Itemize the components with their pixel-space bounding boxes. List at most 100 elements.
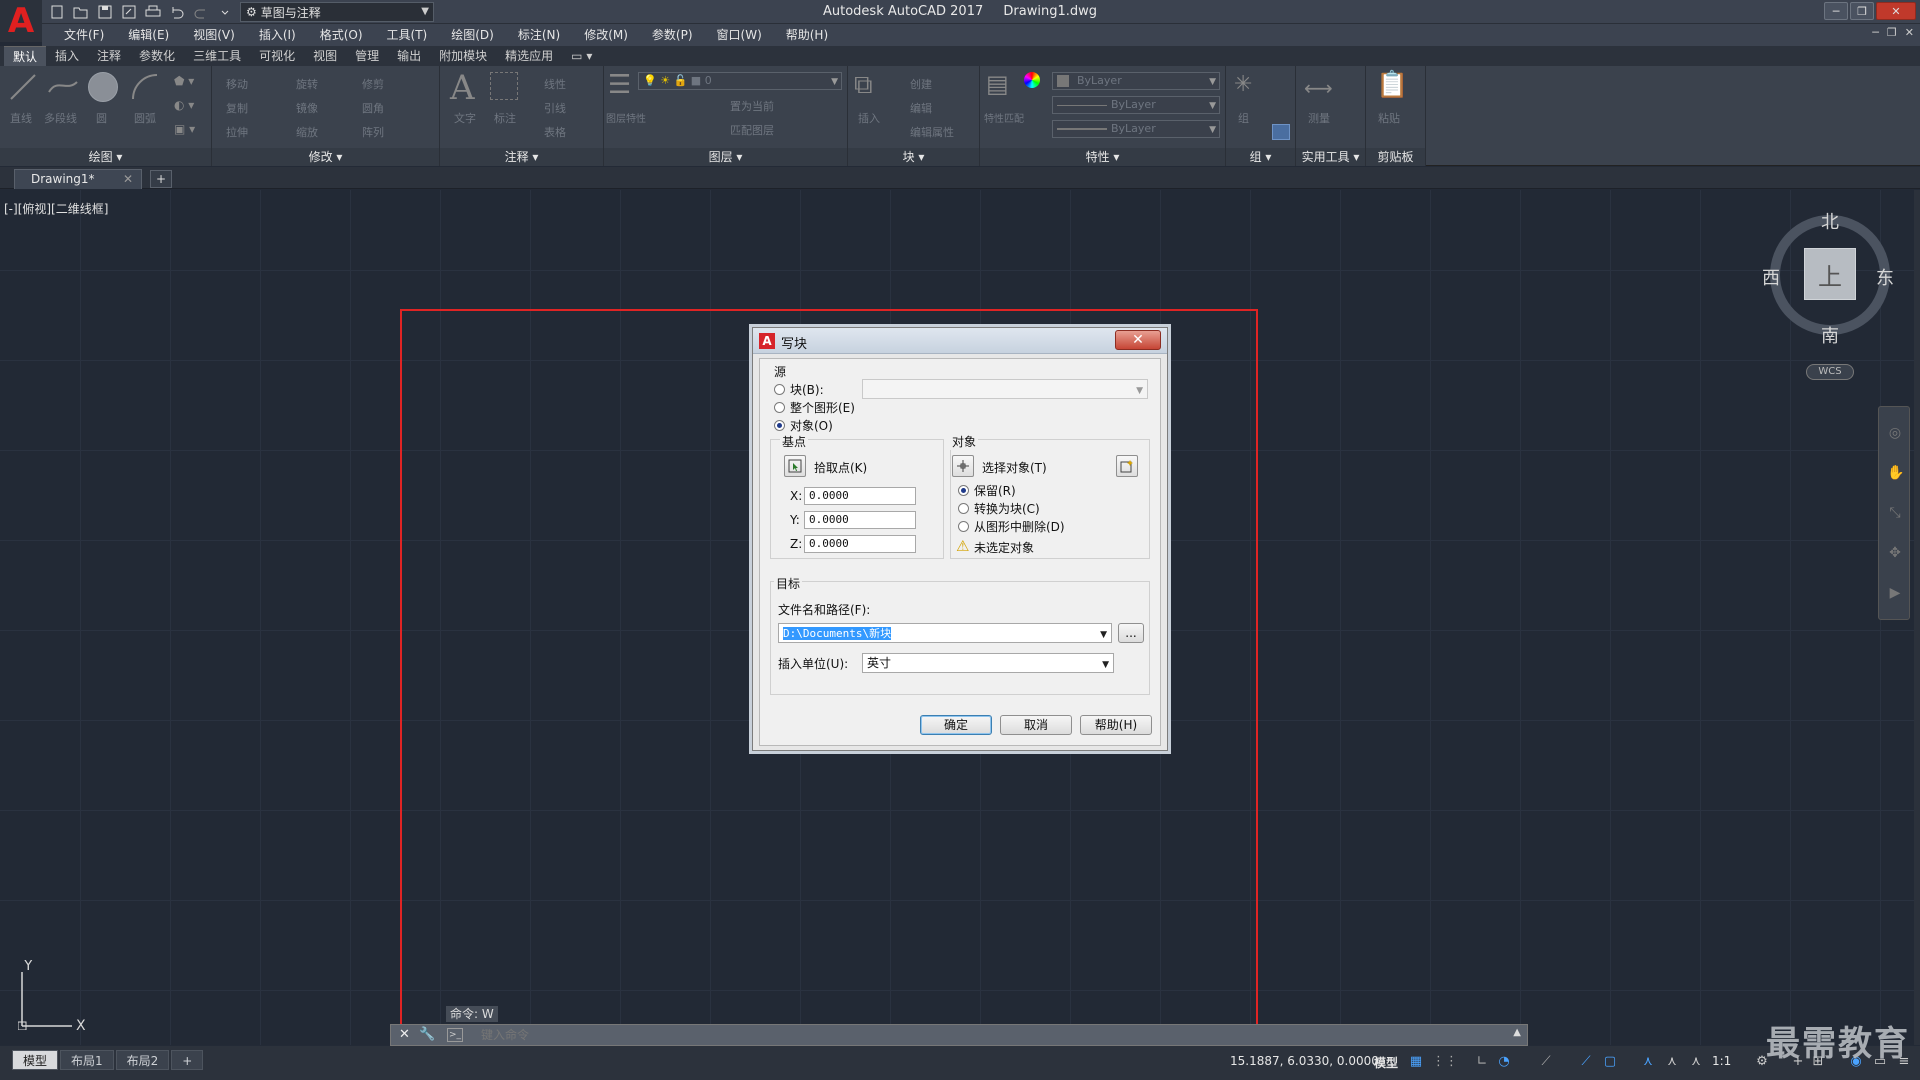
layout-tab-layout2[interactable]: 布局2 bbox=[115, 1050, 170, 1070]
base-point-y-input[interactable]: 0.0000 bbox=[804, 511, 916, 529]
tab-manage[interactable]: 管理 bbox=[346, 46, 388, 66]
application-menu-button[interactable]: A bbox=[0, 0, 42, 42]
isodraft-icon[interactable]: ⟋ bbox=[1538, 1054, 1554, 1070]
panel-properties-title[interactable]: 特性 ▾ bbox=[980, 148, 1225, 166]
linetype-dropdown[interactable]: ByLayer ▼ bbox=[1052, 96, 1220, 114]
source-objects-label[interactable]: 对象(O) bbox=[790, 417, 833, 434]
tab-addins[interactable]: 附加模块 bbox=[430, 46, 496, 66]
tab-annotate[interactable]: 注释 bbox=[88, 46, 130, 66]
wrench-icon[interactable]: 🔧 bbox=[419, 1027, 435, 1042]
annotation-visibility-icon[interactable]: ⋏ bbox=[1640, 1054, 1656, 1070]
insert-button[interactable]: 插入 bbox=[858, 110, 880, 126]
scale-button[interactable]: 缩放 bbox=[296, 124, 318, 140]
stretch-button[interactable]: 拉伸 bbox=[226, 124, 248, 140]
tab-view[interactable]: 视图 bbox=[304, 46, 346, 66]
panel-utilities-title[interactable]: 实用工具 ▾ bbox=[1296, 148, 1365, 166]
base-point-x-input[interactable]: 0.0000 bbox=[804, 487, 916, 505]
tab-output[interactable]: 输出 bbox=[388, 46, 430, 66]
new-file-icon[interactable] bbox=[46, 2, 68, 22]
insert-block-icon[interactable]: ⧉ bbox=[854, 70, 873, 101]
trim-button[interactable]: 修剪 bbox=[362, 76, 384, 92]
convert-to-block-label[interactable]: 转换为块(C) bbox=[974, 500, 1040, 517]
lineweight-dropdown[interactable]: ByLayer ▼ bbox=[1052, 120, 1220, 138]
line-icon[interactable] bbox=[8, 72, 38, 102]
compass-south[interactable]: 南 bbox=[1821, 322, 1839, 348]
block-name-select[interactable]: ▼ bbox=[862, 379, 1148, 399]
mirror-button[interactable]: 镜像 bbox=[296, 100, 318, 116]
pentagon-icon[interactable]: ⬟ ▾ bbox=[174, 74, 194, 88]
close-tab-icon[interactable]: ✕ bbox=[123, 170, 133, 188]
group-selection-icon[interactable] bbox=[1272, 124, 1290, 140]
menu-window[interactable]: 窗口(W) bbox=[705, 24, 774, 46]
convert-to-block-radio[interactable] bbox=[958, 503, 969, 514]
set-current-button[interactable]: 置为当前 bbox=[730, 98, 774, 114]
dialog-title-bar[interactable]: A 写块 ✕ bbox=[753, 328, 1167, 354]
compass-west[interactable]: 西 bbox=[1762, 264, 1780, 290]
layout-tab-model[interactable]: 模型 bbox=[12, 1050, 59, 1070]
select-objects-button[interactable] bbox=[952, 455, 974, 477]
compass-north[interactable]: 北 bbox=[1821, 208, 1839, 234]
tab-parametric[interactable]: 参数化 bbox=[130, 46, 184, 66]
menu-edit[interactable]: 编辑(E) bbox=[116, 24, 181, 46]
pan-icon[interactable]: ✋ bbox=[1887, 465, 1904, 481]
doc-restore-button[interactable]: ❐ bbox=[1887, 26, 1897, 39]
layout-tab-layout1[interactable]: 布局1 bbox=[60, 1050, 114, 1070]
save-as-icon[interactable] bbox=[118, 2, 140, 22]
source-entire-drawing-radio[interactable] bbox=[774, 402, 785, 413]
close-icon[interactable]: ✕ bbox=[399, 1027, 410, 1042]
measure-button[interactable]: 测量 bbox=[1308, 110, 1330, 126]
panel-groups-title[interactable]: 组 ▾ bbox=[1226, 148, 1295, 166]
menu-view[interactable]: 视图(V) bbox=[181, 24, 247, 46]
tab-visualize[interactable]: 可视化 bbox=[250, 46, 304, 66]
compass-east[interactable]: 东 bbox=[1876, 264, 1894, 290]
annotation-scale-icon[interactable]: ⋏ bbox=[1688, 1054, 1704, 1070]
group-icon[interactable]: ✳ bbox=[1234, 72, 1252, 97]
pick-point-label[interactable]: 拾取点(K) bbox=[814, 459, 867, 476]
circle-icon[interactable] bbox=[88, 72, 118, 102]
base-point-z-input[interactable]: 0.0000 bbox=[804, 535, 916, 553]
select-objects-label[interactable]: 选择对象(T) bbox=[982, 459, 1047, 476]
undo-icon[interactable] bbox=[166, 2, 188, 22]
doc-minimize-button[interactable]: ─ bbox=[1872, 26, 1879, 39]
panel-clipboard-title[interactable]: 剪贴板 bbox=[1366, 148, 1425, 166]
measure-icon[interactable]: ⟷ bbox=[1304, 76, 1333, 100]
polyline-button[interactable]: 多段线 bbox=[44, 110, 77, 126]
polar-icon[interactable]: ◔ bbox=[1496, 1054, 1512, 1070]
annotation-scale-value[interactable]: 1:1 bbox=[1712, 1054, 1731, 1068]
menu-tools[interactable]: 工具(T) bbox=[375, 24, 440, 46]
panel-layers-title[interactable]: 图层 ▾ bbox=[604, 148, 847, 166]
grid-icon[interactable]: ▦ bbox=[1408, 1054, 1424, 1070]
ribbon-toggle-icon[interactable]: ▭ ▾ bbox=[562, 46, 601, 66]
auto-scale-icon[interactable]: ⋏ bbox=[1664, 1054, 1680, 1070]
color-dropdown[interactable]: ByLayer ▼ bbox=[1052, 72, 1220, 90]
object-snap-icon[interactable]: ▢ bbox=[1602, 1054, 1618, 1070]
source-block-radio[interactable] bbox=[774, 384, 785, 395]
redo-icon[interactable] bbox=[190, 2, 212, 22]
leader-button[interactable]: 引线 bbox=[544, 100, 566, 116]
zoom-icon[interactable]: ⤡ bbox=[1887, 505, 1903, 521]
file-tab-drawing1[interactable]: Drawing1* ✕ bbox=[14, 169, 142, 189]
panel-annotation-title[interactable]: 注释 ▾ bbox=[440, 148, 603, 166]
open-file-icon[interactable] bbox=[70, 2, 92, 22]
command-prompt-icon[interactable]: >_ bbox=[447, 1028, 463, 1042]
snap-icon[interactable]: ⋮⋮ bbox=[1432, 1054, 1458, 1070]
paste-button[interactable]: 粘贴 bbox=[1378, 110, 1400, 126]
panel-block-title[interactable]: 块 ▾ bbox=[848, 148, 979, 166]
menu-dimension[interactable]: 标注(N) bbox=[506, 24, 572, 46]
orbit-icon[interactable]: ✥ bbox=[1887, 545, 1903, 561]
pick-point-button[interactable] bbox=[784, 455, 806, 477]
edit-attributes-button[interactable]: 编辑属性 bbox=[910, 124, 954, 140]
wcs-menu[interactable]: WCS bbox=[1806, 364, 1854, 380]
menu-insert[interactable]: 插入(I) bbox=[247, 24, 308, 46]
print-icon[interactable] bbox=[142, 2, 164, 22]
retain-radio[interactable] bbox=[958, 485, 969, 496]
tab-3d-tools[interactable]: 三维工具 bbox=[184, 46, 250, 66]
polyline-icon[interactable] bbox=[46, 72, 78, 102]
rectangle-icon[interactable]: ▣ ▾ bbox=[174, 122, 195, 136]
menu-file[interactable]: 文件(F) bbox=[52, 24, 116, 46]
workspace-switcher[interactable]: ⚙ 草图与注释 ▼ bbox=[240, 2, 434, 22]
viewport-controls[interactable]: [-][俯视][二维线框] bbox=[4, 200, 108, 217]
menu-draw[interactable]: 绘图(D) bbox=[439, 24, 506, 46]
source-objects-radio[interactable] bbox=[774, 420, 785, 431]
line-button[interactable]: 直线 bbox=[10, 110, 32, 126]
